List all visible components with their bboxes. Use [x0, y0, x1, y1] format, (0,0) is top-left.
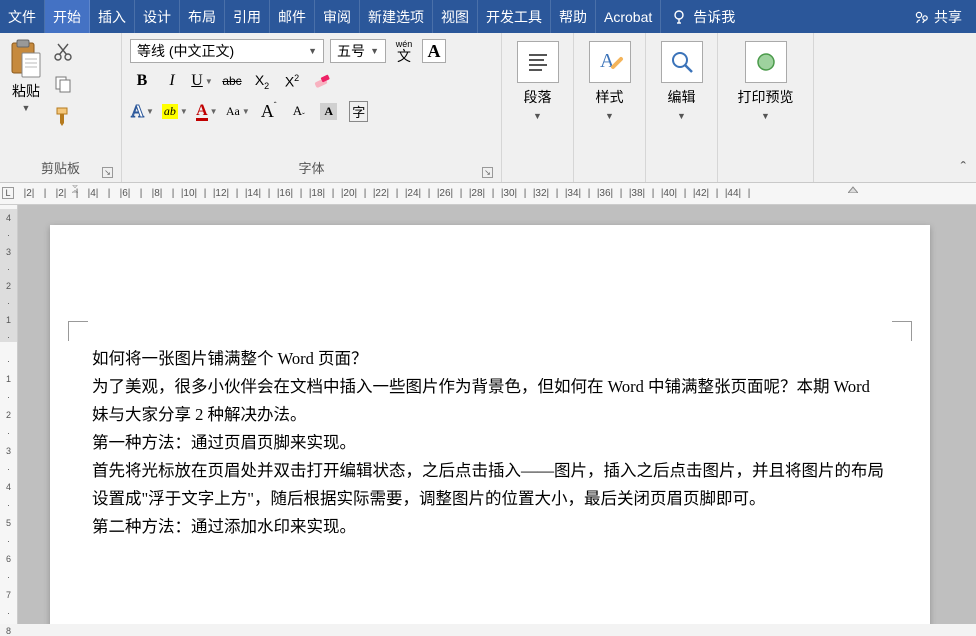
subscript-button[interactable]: X2 [250, 69, 274, 93]
group-font-label: 字体 ↘ [130, 156, 493, 180]
group-clipboard-label: 剪贴板 ↘ [8, 156, 113, 180]
group-styles: A 样式 ▼ [574, 33, 646, 182]
tab-acrobat[interactable]: Acrobat [596, 0, 661, 33]
bold-button[interactable]: B [130, 69, 154, 93]
margin-crop-mark [68, 321, 88, 341]
share-label: 共享 [934, 7, 962, 27]
highlight-button[interactable]: ab▼ [161, 99, 189, 123]
character-border-button[interactable]: A [422, 39, 446, 63]
grow-font-button[interactable]: Aˆ [257, 99, 281, 123]
styles-icon: A [589, 41, 631, 83]
paragraph-label: 段落 [524, 87, 552, 107]
lightbulb-icon [671, 9, 687, 25]
font-size-value: 五号 [337, 41, 365, 61]
doc-paragraph[interactable]: 首先将光标放在页眉处并双击打开编辑状态，之后点击插入——图片，插入之后点击图片，… [92, 457, 888, 513]
copy-button[interactable] [52, 73, 74, 95]
clipboard-icon [8, 39, 44, 79]
tell-me[interactable]: 告诉我 [661, 0, 745, 33]
ribbon: 粘贴 ▼ 剪贴板 ↘ 等线 (中 [0, 33, 976, 183]
record-icon [745, 41, 787, 83]
chevron-down-icon[interactable]: ▼ [22, 103, 31, 113]
tab-layout[interactable]: 布局 [180, 0, 225, 33]
editing-button[interactable]: 编辑 ▼ [654, 39, 709, 123]
change-case-button[interactable]: Aa▼ [225, 99, 251, 123]
share-button[interactable]: 共享 [900, 0, 976, 33]
ribbon-tabs: 文件 开始 插入 设计 布局 引用 邮件 审阅 新建选项 视图 开发工具 帮助 … [0, 0, 976, 33]
dialog-launcher-icon[interactable]: ↘ [482, 167, 493, 178]
doc-paragraph[interactable]: 为了美观，很多小伙伴会在文档中插入一些图片作为背景色，但如何在 Word 中铺满… [92, 373, 888, 429]
doc-paragraph[interactable]: 如何将一张图片铺满整个 Word 页面？ [92, 345, 888, 373]
paste-button[interactable]: 粘贴 ▼ [8, 39, 44, 113]
font-size-combo[interactable]: 五号 ▼ [330, 39, 386, 63]
doc-paragraph[interactable]: 第二种方法：通过添加水印来实现。 [92, 513, 888, 541]
group-printpreview: 打印预览 ▼ [718, 33, 814, 182]
paragraph-icon [517, 41, 559, 83]
tab-selector[interactable]: L [2, 187, 14, 199]
tab-insert[interactable]: 插入 [90, 0, 135, 33]
character-shading-button[interactable]: A [317, 99, 341, 123]
document-page[interactable]: 如何将一张图片铺满整个 Word 页面？ 为了美观，很多小伙伴会在文档中插入一些… [50, 225, 930, 624]
chevron-down-icon: ▼ [370, 46, 379, 56]
chevron-down-icon: ▼ [308, 46, 317, 56]
font-color-button[interactable]: A▼ [195, 99, 219, 123]
tab-help[interactable]: 帮助 [551, 0, 596, 33]
share-icon [914, 9, 930, 25]
tab-review[interactable]: 审阅 [315, 0, 360, 33]
enclose-characters-button[interactable]: 字 [347, 99, 371, 123]
italic-button[interactable]: I [160, 69, 184, 93]
text-effects-button[interactable]: A▼ [130, 99, 155, 123]
group-paragraph: 段落 ▼ [502, 33, 574, 182]
phonetic-guide-button[interactable]: wén文 [392, 39, 416, 63]
collapse-ribbon-button[interactable]: ˆ [961, 160, 966, 178]
margin-crop-mark [892, 321, 912, 341]
find-icon [661, 41, 703, 83]
print-preview-label: 打印预览 [738, 87, 794, 107]
tab-references[interactable]: 引用 [225, 0, 270, 33]
font-name-combo[interactable]: 等线 (中文正文) ▼ [130, 39, 324, 63]
clear-formatting-button[interactable] [310, 69, 334, 93]
paragraph-button[interactable]: 段落 ▼ [510, 39, 565, 123]
dialog-launcher-icon[interactable]: ↘ [102, 167, 113, 178]
chevron-down-icon: ▼ [533, 111, 542, 121]
chevron-down-icon: ▼ [761, 111, 770, 121]
tell-me-label: 告诉我 [693, 7, 735, 27]
editing-label: 编辑 [668, 87, 696, 107]
vertical-ruler[interactable]: 4·3·2·1· ·1·2·3·4·5·6·7·8 [0, 205, 18, 624]
doc-paragraph[interactable]: 第一种方法：通过页眉页脚来实现。 [92, 429, 888, 457]
tab-design[interactable]: 设计 [135, 0, 180, 33]
format-painter-button[interactable] [52, 105, 74, 127]
tab-view[interactable]: 视图 [433, 0, 478, 33]
chevron-down-icon: ▼ [677, 111, 686, 121]
right-indent-marker[interactable] [848, 185, 858, 193]
cut-button[interactable] [52, 41, 74, 63]
horizontal-ruler[interactable]: L |2|||2|||4|||6|||8|||10|||12|||14|||16… [0, 183, 976, 205]
group-editing: 编辑 ▼ [646, 33, 718, 182]
superscript-button[interactable]: X2 [280, 69, 304, 93]
tab-developer[interactable]: 开发工具 [478, 0, 551, 33]
tab-mail[interactable]: 邮件 [270, 0, 315, 33]
underline-button[interactable]: U▼ [190, 69, 214, 93]
group-clipboard: 粘贴 ▼ 剪贴板 ↘ [0, 33, 122, 182]
styles-label: 样式 [596, 87, 624, 107]
styles-button[interactable]: A 样式 ▼ [582, 39, 637, 123]
font-name-value: 等线 (中文正文) [137, 41, 234, 61]
group-font: 等线 (中文正文) ▼ 五号 ▼ wén文 A B I U▼ abc X2 X2 [122, 33, 502, 182]
shrink-font-button[interactable]: Aˇ [287, 99, 311, 123]
tab-file[interactable]: 文件 [0, 0, 45, 33]
print-preview-button[interactable]: 打印预览 ▼ [726, 39, 805, 123]
paste-label: 粘贴 [12, 81, 40, 101]
document-body[interactable]: 如何将一张图片铺满整个 Word 页面？ 为了美观，很多小伙伴会在文档中插入一些… [92, 345, 888, 541]
chevron-down-icon: ▼ [605, 111, 614, 121]
tab-home[interactable]: 开始 [45, 0, 90, 33]
page-scroll-area[interactable]: 如何将一张图片铺满整个 Word 页面？ 为了美观，很多小伙伴会在文档中插入一些… [18, 205, 976, 624]
document-workspace: 4·3·2·1· ·1·2·3·4·5·6·7·8 如何将一张图片铺满整个 Wo… [0, 205, 976, 624]
tab-newoption[interactable]: 新建选项 [360, 0, 433, 33]
strikethrough-button[interactable]: abc [220, 69, 244, 93]
